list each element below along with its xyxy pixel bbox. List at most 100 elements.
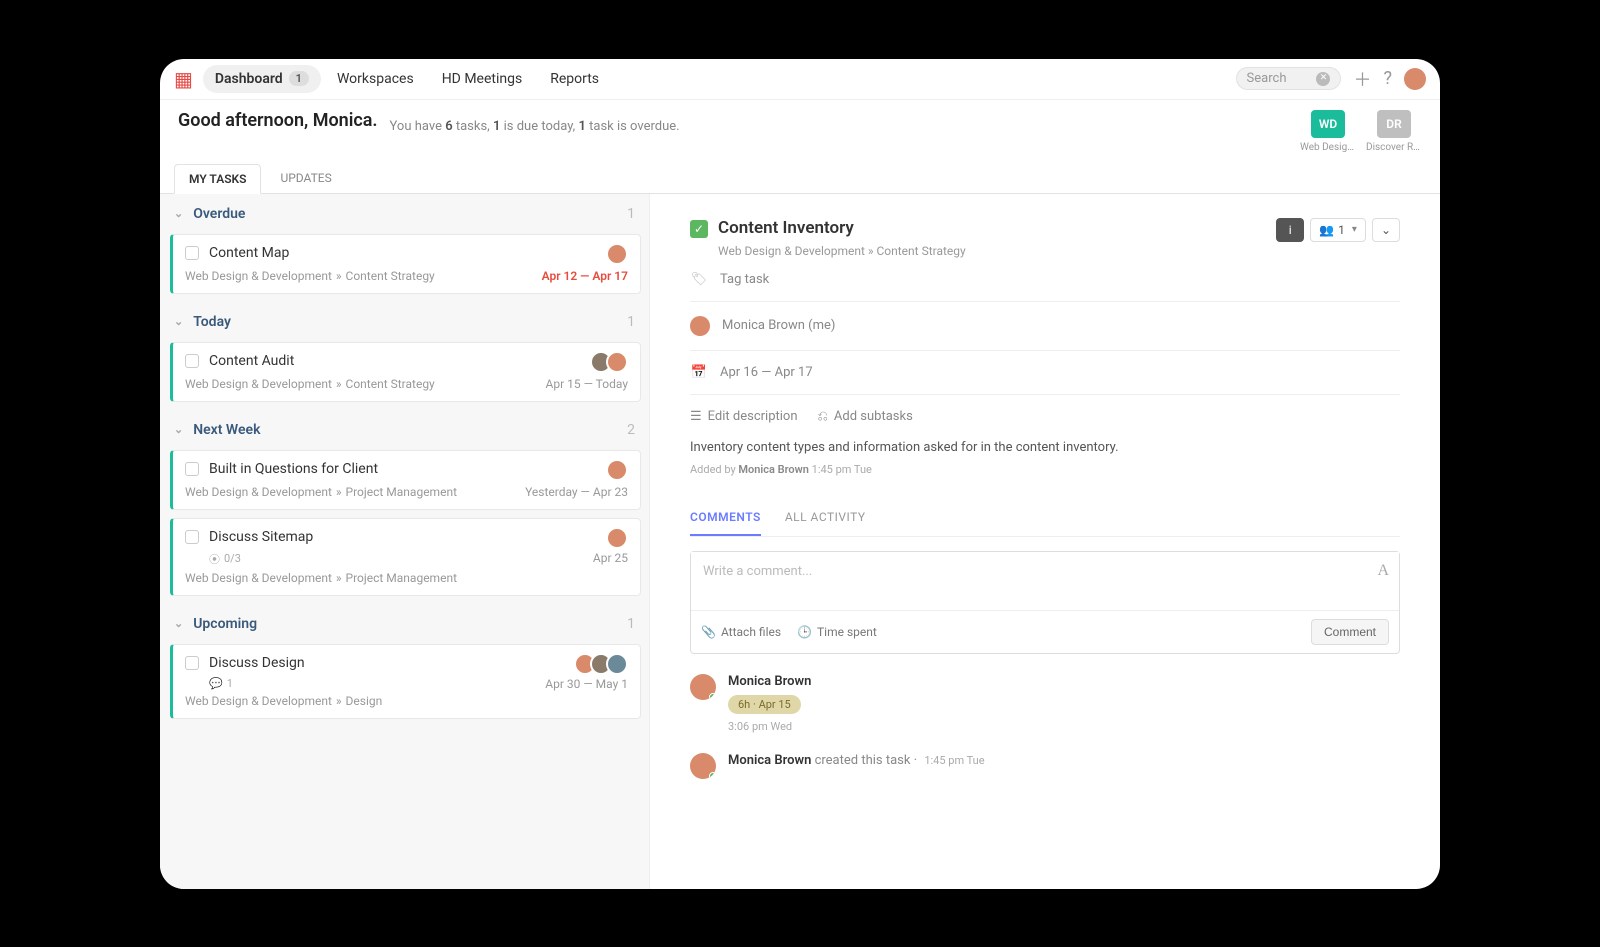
task-card[interactable]: Built in Questions for Client Web Design…	[170, 450, 641, 510]
tag-section[interactable]: 🏷 Tag task	[690, 258, 1400, 302]
nav-dashboard[interactable]: Dashboard 1	[203, 65, 321, 93]
assignees-button[interactable]: 👥1	[1310, 218, 1366, 242]
detail-controls: i 👥1 ⌄	[1276, 218, 1400, 242]
attach-files-button[interactable]: 📎Attach files	[701, 625, 781, 639]
tab-my-tasks[interactable]: MY TASKS	[174, 164, 261, 194]
add-icon[interactable]: ＋	[1353, 66, 1371, 92]
task-title: Discuss Sitemap	[209, 529, 313, 545]
group-count: 1	[627, 206, 635, 222]
detail-title: Content Inventory	[718, 218, 966, 238]
assignee-avatar[interactable]	[606, 653, 628, 675]
nav-workspaces[interactable]: Workspaces	[325, 65, 426, 93]
task-avatars	[612, 243, 628, 265]
tab-comments[interactable]: COMMENTS	[690, 500, 761, 536]
nav-reports[interactable]: Reports	[538, 65, 611, 93]
task-checkbox[interactable]	[185, 462, 199, 476]
time-spent-button[interactable]: 🕒Time spent	[797, 625, 877, 639]
task-card[interactable]: Discuss Sitemap ⦿0/3 Web Design & Develo…	[170, 518, 641, 596]
online-dot-icon	[709, 772, 716, 779]
tab-updates[interactable]: UPDATES	[265, 163, 346, 193]
edit-icon: ☰	[690, 409, 702, 424]
task-card[interactable]: Content Map Web Design & Development»Con…	[170, 234, 641, 294]
task-card[interactable]: Content Audit Web Design & Development»C…	[170, 342, 641, 402]
workspace-chip-wd[interactable]: WD Web Design ...	[1300, 110, 1356, 153]
tag-label: Tag task	[720, 272, 769, 287]
group-count: 2	[627, 422, 635, 438]
user-avatar[interactable]	[1404, 68, 1426, 90]
app-logo-icon[interactable]: ▦	[174, 67, 193, 91]
assignee-avatar[interactable]	[606, 351, 628, 373]
task-path: Web Design & Development»Project Managem…	[185, 485, 525, 499]
workspace-label: Web Design ...	[1300, 142, 1356, 153]
group-count: 1	[627, 314, 635, 330]
task-complete-checkbox[interactable]: ✓	[690, 220, 708, 238]
more-button[interactable]: ⌄	[1372, 218, 1400, 242]
workspace-abbr: WD	[1311, 110, 1345, 138]
detail-breadcrumb[interactable]: Web Design & Development » Content Strat…	[718, 244, 966, 258]
tab-all-activity[interactable]: ALL ACTIVITY	[785, 500, 866, 536]
group-header-overdue[interactable]: ⌄ Overdue 1	[160, 194, 649, 232]
help-icon[interactable]: ?	[1383, 68, 1392, 89]
activity-created-line: Monica Brown created this task · 1:45 pm…	[728, 753, 985, 779]
subtask-icon: ⎌	[818, 409, 828, 424]
task-path: Web Design & Development»Design	[185, 694, 628, 708]
assignee-section[interactable]: Monica Brown (me)	[690, 302, 1400, 351]
search-clear-icon[interactable]: ✕	[1316, 72, 1330, 86]
task-description: Inventory content types and information …	[690, 438, 1400, 458]
task-date: Apr 25	[593, 551, 628, 565]
assignee-avatar[interactable]	[606, 243, 628, 265]
nav-tabs: Dashboard 1 Workspaces HD Meetings Repor…	[203, 65, 611, 93]
task-checkbox[interactable]	[185, 246, 199, 260]
assignee-avatar[interactable]	[606, 527, 628, 549]
task-avatars	[580, 653, 628, 675]
task-checkbox[interactable]	[185, 530, 199, 544]
activity-item: Monica Brown 6h · Apr 15 3:06 pm Wed	[690, 674, 1400, 733]
nav-label: Dashboard	[215, 71, 283, 87]
workspace-label: Discover Re...	[1366, 142, 1422, 153]
activity-avatar[interactable]	[690, 753, 716, 779]
group-header-upcoming[interactable]: ⌄ Upcoming 1	[160, 604, 649, 642]
task-title: Discuss Design	[209, 655, 305, 671]
task-checkbox[interactable]	[185, 354, 199, 368]
task-card[interactable]: Discuss Design 💬1 Web Design & Developme…	[170, 644, 641, 719]
task-date: Apr 30 — May 1	[545, 677, 628, 691]
task-checkbox[interactable]	[185, 656, 199, 670]
group-name: Overdue	[193, 206, 245, 222]
task-date: Apr 15 — Today	[546, 377, 629, 391]
top-nav: ▦ Dashboard 1 Workspaces HD Meetings Rep…	[160, 59, 1440, 100]
calendar-icon: 📅	[690, 365, 708, 380]
format-icon[interactable]: A	[1377, 562, 1389, 580]
task-avatars	[612, 527, 628, 549]
date-range: Apr 16 — Apr 17	[720, 365, 813, 380]
group-name: Today	[193, 314, 231, 330]
dates-section[interactable]: 📅 Apr 16 — Apr 17	[690, 351, 1400, 395]
people-icon: 👥	[1319, 223, 1334, 237]
assignee-avatar[interactable]	[606, 459, 628, 481]
workspace-chips: WD Web Design ... DR Discover Re...	[1300, 110, 1422, 153]
chevron-down-icon: ⌄	[174, 423, 183, 436]
detail-actions: ☰Edit description ⎌Add subtasks	[690, 395, 1400, 438]
edit-description-link[interactable]: ☰Edit description	[690, 409, 798, 424]
nav-badge: 1	[289, 71, 309, 86]
activity-avatar[interactable]	[690, 674, 716, 700]
time-chip: 6h · Apr 15	[728, 695, 801, 714]
task-path: Web Design & Development»Content Strateg…	[185, 377, 546, 391]
search-input[interactable]: Search ✕	[1236, 67, 1342, 90]
info-button[interactable]: i	[1276, 218, 1304, 242]
group-count: 1	[627, 616, 635, 632]
workspace-abbr: DR	[1377, 110, 1411, 138]
group-header-nextweek[interactable]: ⌄ Next Week 2	[160, 410, 649, 448]
activity-timestamp: 3:06 pm Wed	[728, 720, 811, 733]
comment-input[interactable]	[691, 552, 1399, 606]
task-detail-panel: ✓ Content Inventory Web Design & Develop…	[650, 194, 1440, 889]
task-avatars	[612, 459, 628, 481]
workspace-chip-dr[interactable]: DR Discover Re...	[1366, 110, 1422, 153]
comment-icon: 💬	[209, 677, 223, 690]
group-header-today[interactable]: ⌄ Today 1	[160, 302, 649, 340]
greeting-row: Good afternoon, Monica. You have 6 tasks…	[160, 100, 1440, 153]
nav-meetings[interactable]: HD Meetings	[430, 65, 535, 93]
comment-submit-button[interactable]: Comment	[1311, 619, 1389, 645]
task-list-panel: ⌄ Overdue 1 Content Map Web Design & Dev…	[160, 194, 650, 889]
comment-tabs: COMMENTS ALL ACTIVITY	[690, 500, 1400, 537]
add-subtasks-link[interactable]: ⎌Add subtasks	[818, 409, 913, 424]
